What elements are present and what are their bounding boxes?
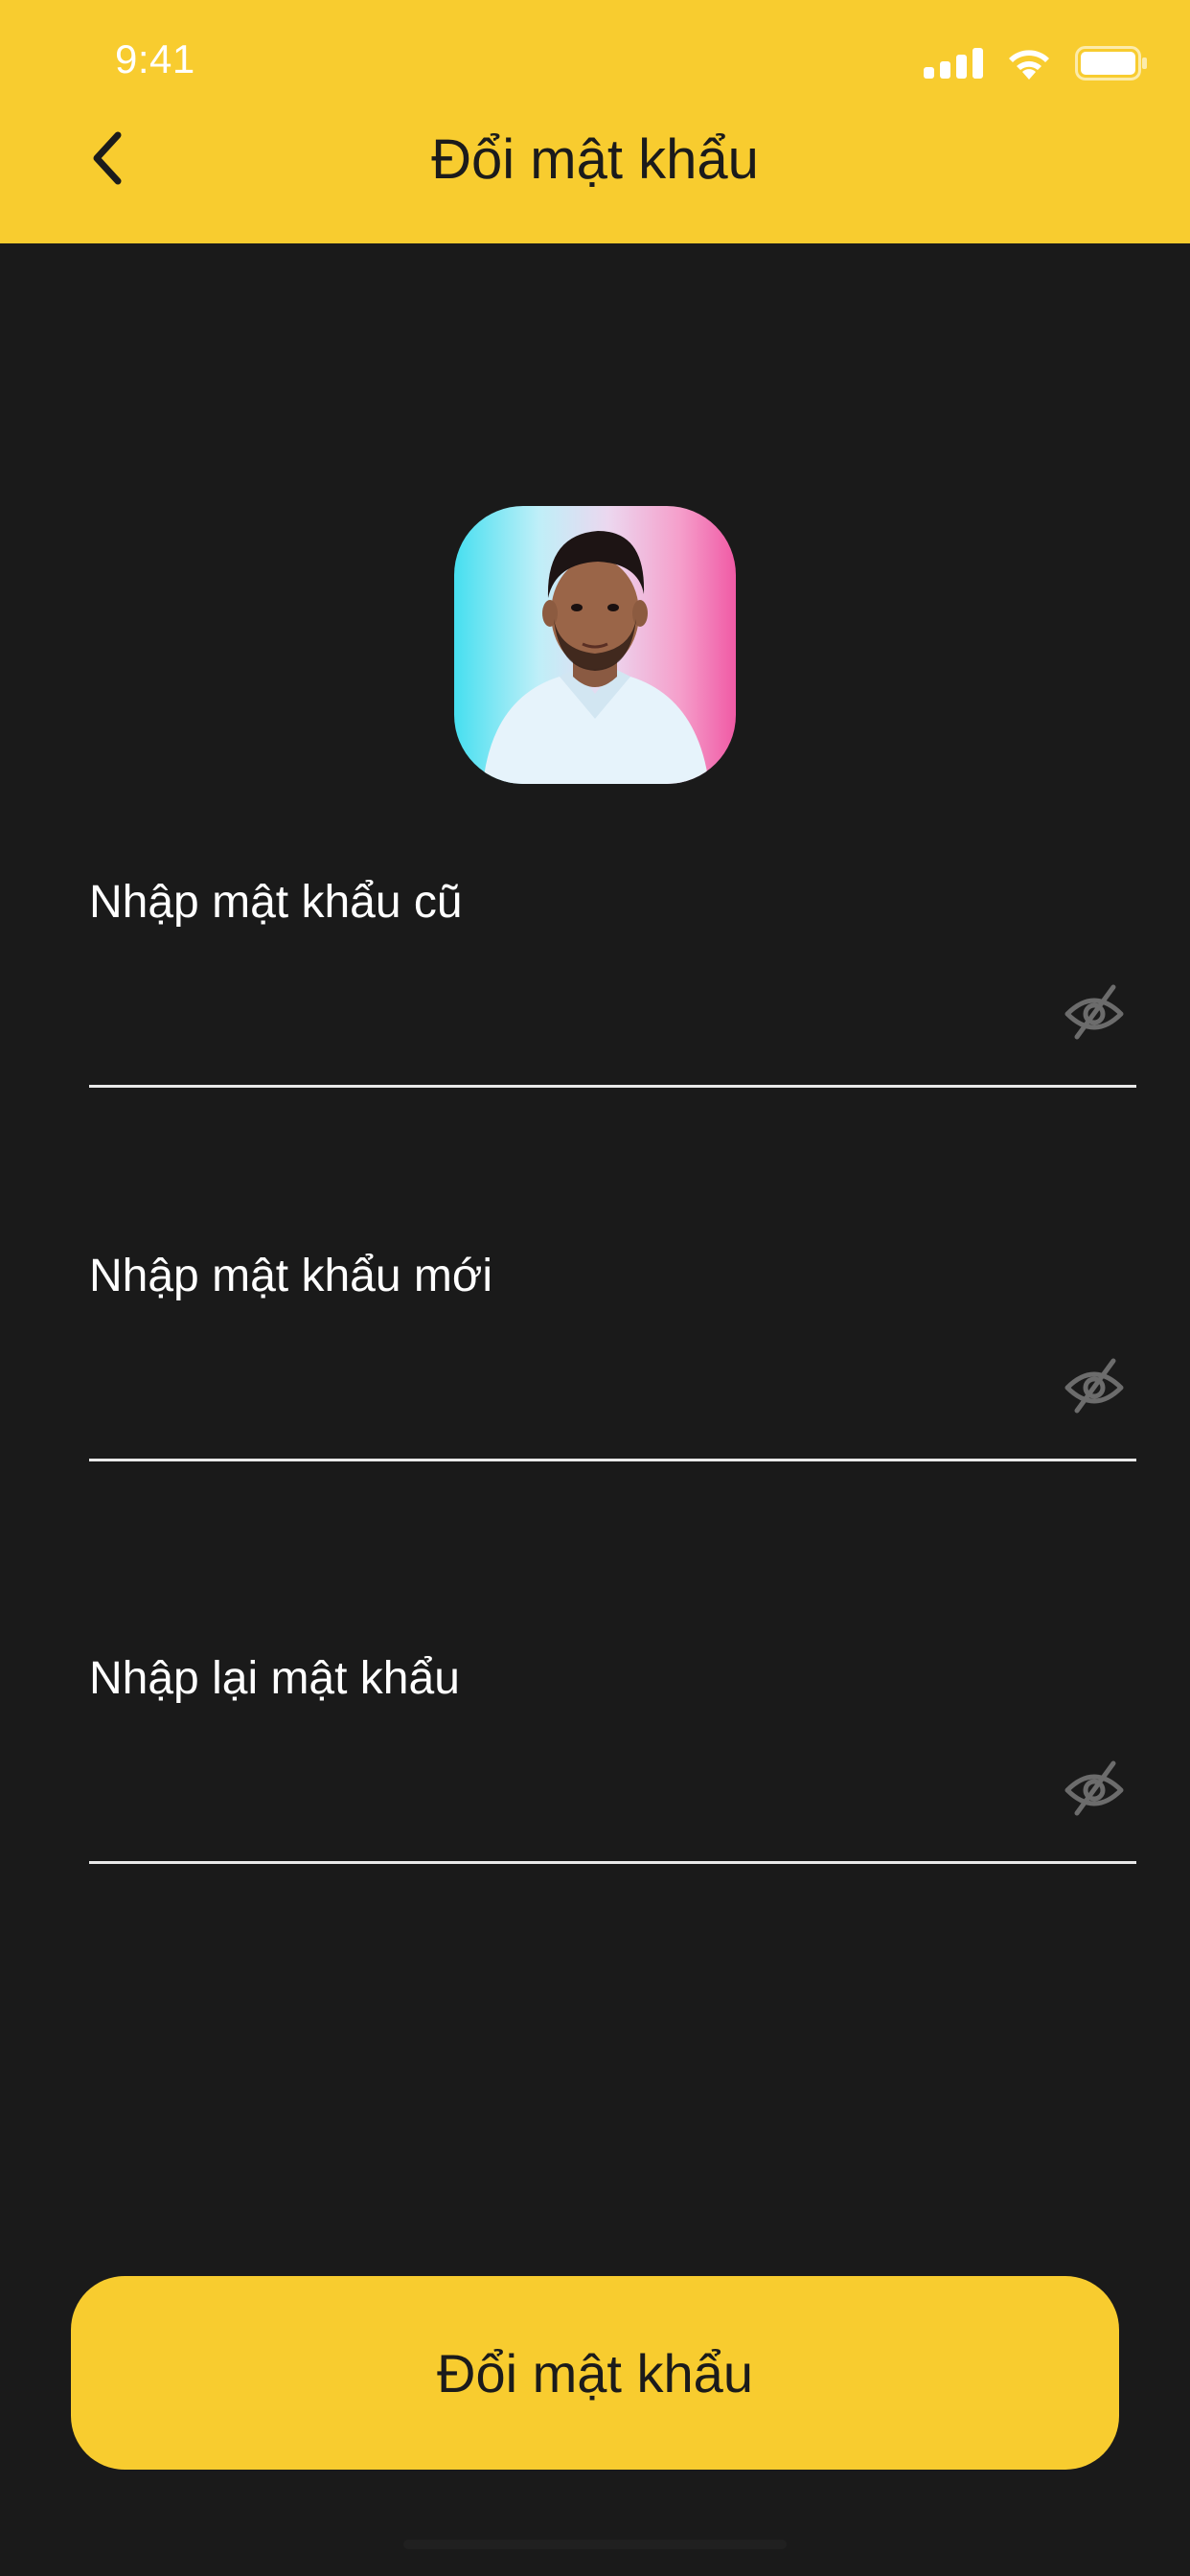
toggle-new-password-visibility[interactable] xyxy=(1060,1351,1129,1420)
new-password-input[interactable] xyxy=(89,1351,1028,1428)
eye-slash-icon xyxy=(1064,1760,1124,1816)
old-password-label: Nhập mật khẩu cũ xyxy=(89,877,463,928)
old-password-group: Nhập mật khẩu cũ xyxy=(89,872,1136,1089)
confirm-password-underline xyxy=(89,1861,1136,1864)
wifi-icon xyxy=(1009,50,1049,80)
confirm-password-group: Nhập lại mật khẩu xyxy=(89,1648,1136,1865)
change-password-button-label: Đổi mật khẩu xyxy=(437,2342,753,2404)
old-password-input[interactable] xyxy=(89,978,1028,1054)
eye-slash-icon xyxy=(1064,984,1124,1040)
confirm-password-input[interactable] xyxy=(89,1754,1028,1830)
battery-icon xyxy=(1075,46,1147,80)
toggle-old-password-visibility[interactable] xyxy=(1060,978,1129,1046)
toggle-confirm-password-visibility[interactable] xyxy=(1060,1754,1129,1823)
confirm-password-label: Nhập lại mật khẩu xyxy=(89,1653,460,1704)
new-password-label: Nhập mật khẩu mới xyxy=(89,1251,492,1301)
status-time: 9:41 xyxy=(115,36,195,81)
change-password-button[interactable]: Đổi mật khẩu xyxy=(71,2276,1119,2470)
home-indicator[interactable] xyxy=(403,2540,787,2549)
cellular-signal-icon xyxy=(924,48,983,79)
status-icons xyxy=(924,44,1148,82)
user-avatar[interactable] xyxy=(454,506,736,784)
change-password-screen: 9:41 Đổi mật khẩu Nhập mật khẩu cũ Nhập … xyxy=(0,0,1190,2576)
new-password-group: Nhập mật khẩu mới xyxy=(89,1246,1136,1462)
eye-slash-icon xyxy=(1064,1358,1124,1414)
avatar-photo xyxy=(483,531,709,784)
page-title: Đổi mật khẩu xyxy=(431,128,759,191)
header-bar: 9:41 Đổi mật khẩu xyxy=(0,0,1190,243)
new-password-underline xyxy=(89,1459,1136,1461)
old-password-underline xyxy=(89,1085,1136,1088)
